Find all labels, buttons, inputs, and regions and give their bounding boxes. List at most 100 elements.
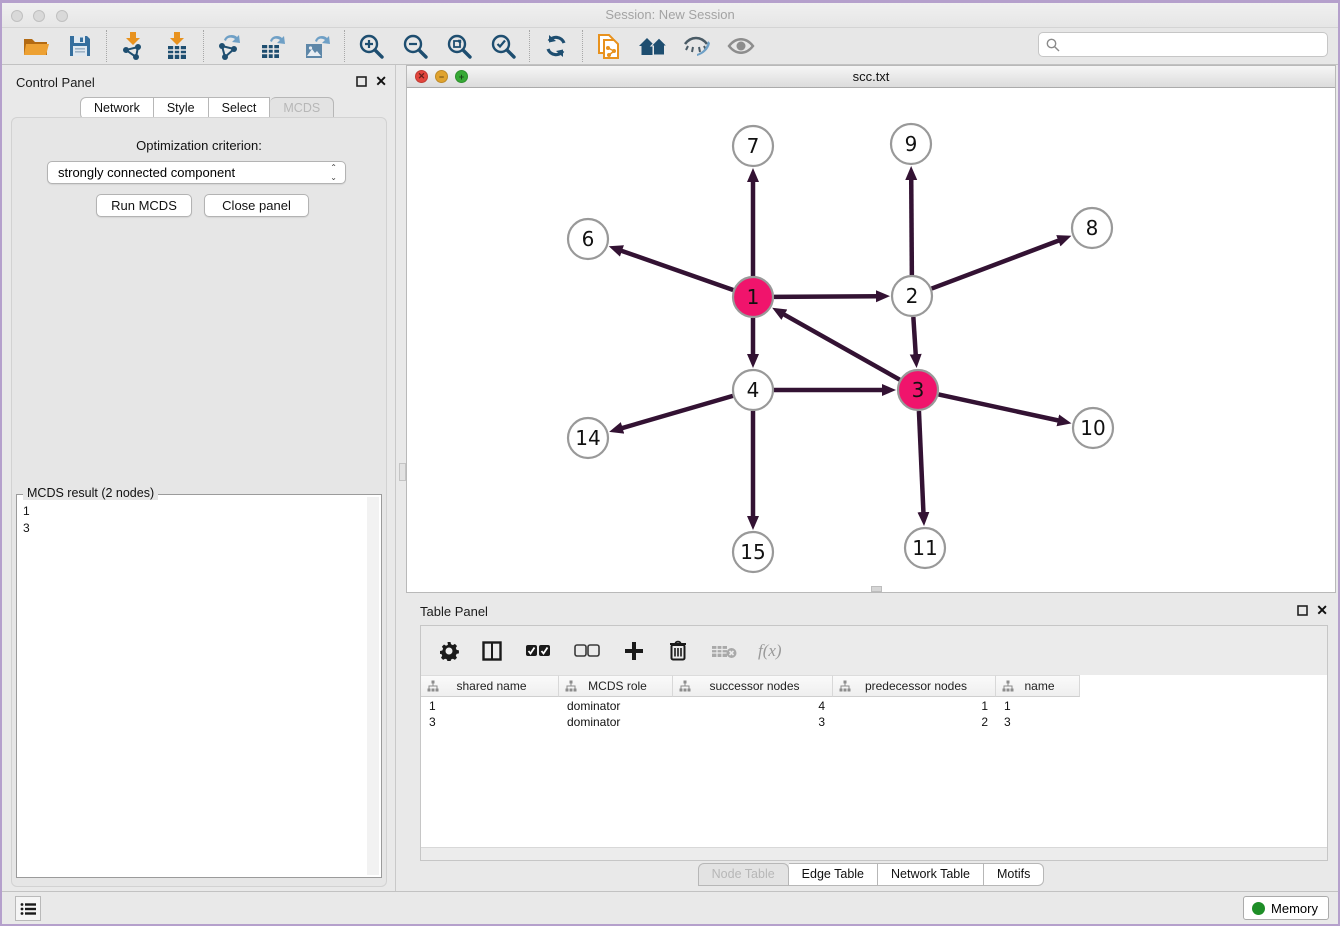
cell-name[interactable]: 3	[996, 714, 1080, 730]
close-panel-icon[interactable]: ✕	[375, 73, 387, 90]
task-history-button[interactable]	[15, 896, 41, 921]
import-table-icon	[164, 32, 190, 60]
mcds-result-groupbox: MCDS result (2 nodes) 13	[16, 494, 382, 878]
cell-predecessor-nodes[interactable]: 2	[833, 714, 996, 730]
edge-1-2[interactable]	[774, 296, 879, 297]
clone-network-button[interactable]	[593, 31, 625, 61]
edge-1-6[interactable]	[619, 250, 733, 290]
tab-node-table[interactable]: Node Table	[698, 863, 789, 886]
open-file-button[interactable]	[20, 31, 52, 61]
table-header-row: shared nameMCDS rolesuccessor nodesprede…	[421, 675, 1080, 697]
delete-table-button[interactable]	[709, 636, 739, 666]
edge-2-9[interactable]	[911, 177, 912, 275]
node-8[interactable]: 8	[1072, 208, 1112, 248]
node-6[interactable]: 6	[568, 219, 608, 259]
node-14[interactable]: 14	[568, 418, 608, 458]
cell-shared-name[interactable]: 3	[421, 714, 559, 730]
node-3[interactable]: 3	[898, 370, 938, 410]
criterion-dropdown[interactable]: strongly connected component ⌃⌄	[47, 161, 346, 184]
run-mcds-button[interactable]: Run MCDS	[96, 194, 192, 217]
table-row[interactable]: 1dominator411	[421, 698, 1080, 714]
search-field[interactable]	[1038, 32, 1328, 57]
cell-shared-name[interactable]: 1	[421, 698, 559, 714]
control-panel: Control Panel ✕ NetworkStyleSelectMCDS O…	[2, 65, 396, 891]
function-builder-button[interactable]: f(x)	[758, 641, 782, 661]
node-2[interactable]: 2	[892, 276, 932, 316]
attribute-type-icon	[839, 680, 851, 692]
cell-successor-nodes[interactable]: 3	[673, 714, 833, 730]
refresh-view-button[interactable]	[540, 31, 572, 61]
show-graphics-details-button[interactable]	[725, 31, 757, 61]
node-1[interactable]: 1	[733, 277, 773, 317]
edge-3-1[interactable]	[782, 313, 900, 379]
hide-graphics-details-button[interactable]	[681, 31, 713, 61]
cell-MCDS-role[interactable]: dominator	[559, 698, 673, 714]
edge-4-14[interactable]	[620, 396, 733, 429]
network-canvas[interactable]: 7 9 6 8 1 2 4 3 14 10 15 11	[407, 88, 1335, 592]
panel-splitter-handle[interactable]	[399, 463, 406, 481]
edge-2-3[interactable]	[913, 317, 916, 357]
node-15[interactable]: 15	[733, 532, 773, 572]
column-header-name[interactable]: name	[996, 675, 1080, 697]
table-hscrollbar[interactable]	[421, 847, 1327, 860]
tab-motifs[interactable]: Motifs	[984, 863, 1044, 886]
save-session-button[interactable]	[64, 31, 96, 61]
search-input[interactable]	[1065, 37, 1327, 52]
cell-predecessor-nodes[interactable]: 1	[833, 698, 996, 714]
close-table-panel-icon[interactable]: ✕	[1316, 602, 1328, 619]
node-11[interactable]: 11	[905, 528, 945, 568]
import-network-button[interactable]	[117, 31, 149, 61]
zoom-selected-button[interactable]	[487, 31, 519, 61]
canvas-splitter-handle[interactable]	[871, 586, 882, 592]
select-all-columns-button[interactable]	[523, 636, 553, 666]
table-panel: Table Panel ✕ f(x) shared nameMCDS roles…	[406, 598, 1336, 891]
mcds-result-list[interactable]: 13	[23, 499, 367, 875]
table-row[interactable]: 3dominator323	[421, 714, 1080, 730]
result-item[interactable]: 3	[23, 520, 367, 537]
export-image-button[interactable]	[302, 31, 334, 61]
cell-MCDS-role[interactable]: dominator	[559, 714, 673, 730]
column-header-MCDS-role[interactable]: MCDS role	[559, 675, 673, 697]
node-label: 1	[747, 285, 760, 309]
node-4[interactable]: 4	[733, 370, 773, 410]
deselect-all-columns-button[interactable]	[572, 636, 602, 666]
column-header-predecessor-nodes[interactable]: predecessor nodes	[833, 675, 996, 697]
zoom-out-button[interactable]	[399, 31, 431, 61]
import-table-button[interactable]	[161, 31, 193, 61]
float-table-panel-icon[interactable]	[1297, 603, 1308, 621]
table-settings-button[interactable]	[437, 636, 461, 666]
zoom-in-button[interactable]	[355, 31, 387, 61]
network-view-window: ✕ − + scc.txt 7968124314101511	[406, 65, 1336, 593]
delete-columns-button[interactable]	[666, 636, 690, 666]
export-table-button[interactable]	[258, 31, 290, 61]
node-label: 10	[1080, 416, 1105, 440]
memory-button[interactable]: Memory	[1243, 896, 1329, 920]
result-item[interactable]: 1	[23, 503, 367, 520]
node-7[interactable]: 7	[733, 126, 773, 166]
clone-network-icon	[596, 32, 622, 60]
edge-3-11[interactable]	[919, 411, 924, 515]
node-label: 3	[912, 378, 925, 402]
float-panel-icon[interactable]	[356, 74, 367, 92]
column-header-shared-name[interactable]: shared name	[421, 675, 559, 697]
import-network-icon	[120, 32, 146, 60]
node-10[interactable]: 10	[1073, 408, 1113, 448]
edge-2-8[interactable]	[932, 240, 1061, 289]
result-scrollbar[interactable]	[367, 497, 379, 875]
column-header-successor-nodes[interactable]: successor nodes	[673, 675, 833, 697]
zoom-fit-button[interactable]	[443, 31, 475, 61]
tab-edge-table[interactable]: Edge Table	[789, 863, 878, 886]
cell-successor-nodes[interactable]: 4	[673, 698, 833, 714]
window-title: Session: New Session	[2, 7, 1338, 22]
export-network-button[interactable]	[214, 31, 246, 61]
tab-network-table[interactable]: Network Table	[878, 863, 984, 886]
network-title: scc.txt	[407, 69, 1335, 84]
column-layout-button[interactable]	[480, 636, 504, 666]
edge-3-10[interactable]	[939, 394, 1061, 421]
close-panel-button[interactable]: Close panel	[204, 194, 309, 217]
node-9[interactable]: 9	[891, 124, 931, 164]
cell-name[interactable]: 1	[996, 698, 1080, 714]
create-column-button[interactable]	[621, 636, 647, 666]
network-graph[interactable]: 7 9 6 8 1 2 4 3 14 10 15 11	[407, 88, 1335, 592]
home-layout-button[interactable]	[637, 31, 669, 61]
